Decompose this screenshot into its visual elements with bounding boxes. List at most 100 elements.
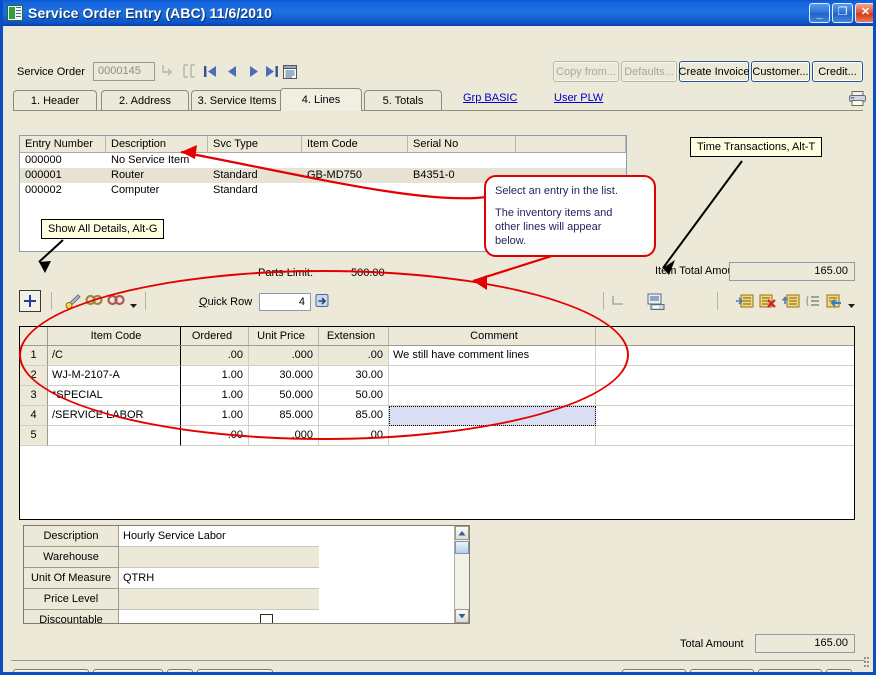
cell-extension[interactable]: .00 — [319, 346, 389, 366]
tab-header[interactable]: 1. Header — [13, 90, 97, 110]
lines-grid[interactable]: Item Code Ordered Unit Price Extension C… — [19, 326, 855, 520]
close-button[interactable]: ✕ — [855, 3, 873, 23]
scroll-down-icon[interactable] — [455, 609, 469, 623]
cell-comment[interactable] — [389, 426, 596, 446]
new-record-icon[interactable] — [181, 62, 198, 80]
memo-button[interactable] — [282, 62, 298, 80]
cancel-button[interactable]: Cancel — [690, 669, 754, 672]
tab-address[interactable]: 2. Address — [101, 90, 189, 110]
table-row[interactable]: 3 *SPECIAL 1.00 50.000 50.00 — [20, 386, 854, 406]
print-button[interactable] — [826, 669, 852, 672]
close-icon: ✕ — [860, 6, 871, 18]
cell-extension[interactable]: 85.00 — [319, 406, 389, 426]
detail-scrollbar[interactable] — [454, 526, 469, 623]
line-detail-panel[interactable]: Description Hourly Service Labor Warehou… — [23, 525, 470, 624]
cell-ordered[interactable]: 1.00 — [181, 406, 249, 426]
cell-extension[interactable]: 30.00 — [319, 366, 389, 386]
line-options-icon[interactable] — [825, 293, 844, 313]
table-row[interactable]: 2 WJ-M-2107-A 1.00 30.000 30.00 — [20, 366, 854, 386]
tab-totals[interactable]: 5. Totals — [364, 90, 442, 110]
cell-item-code[interactable]: /C — [48, 346, 181, 366]
cell-extension[interactable]: .00 — [319, 426, 389, 446]
defaults-button[interactable]: Defaults... — [621, 61, 677, 82]
maximize-button[interactable]: ❐ — [832, 3, 853, 23]
next-record-button[interactable] — [246, 63, 262, 80]
cell-comment[interactable] — [389, 366, 596, 386]
service-item-row[interactable]: 000000 No Service Item — [20, 153, 626, 168]
total-amount-value: 165.00 — [755, 634, 855, 653]
create-invoice-button[interactable]: Create Invoice — [679, 61, 749, 82]
table-row[interactable]: 5 .00 .000 .00 — [20, 426, 854, 446]
cell-comment-selected[interactable] — [389, 406, 596, 426]
print-pick-button[interactable]: Print Pick... — [93, 669, 163, 672]
lookup-icon[interactable] — [160, 62, 177, 80]
customer-button[interactable]: Customer... — [751, 61, 810, 82]
cell-comment[interactable]: We still have comment lines — [389, 346, 596, 366]
help-button[interactable]: ? — [854, 669, 873, 672]
resize-grip[interactable] — [864, 657, 869, 669]
recalc-price-button[interactable]: Recalc Price — [197, 669, 273, 672]
quick-row-goto-icon[interactable] — [315, 293, 330, 312]
find-icon[interactable] — [85, 293, 103, 313]
cell-comment[interactable] — [389, 386, 596, 406]
cell-ordered[interactable]: .00 — [181, 346, 249, 366]
detail-value-price-level[interactable] — [119, 589, 319, 610]
detail-value-description[interactable]: Hourly Service Labor — [119, 526, 319, 547]
cell-svc-type: Standard — [213, 184, 258, 196]
cell-item-code[interactable]: WJ-M-2107-A — [48, 366, 181, 386]
cell-item-code[interactable] — [48, 426, 181, 446]
windows-logo-button[interactable] — [167, 669, 193, 672]
cell-item-code[interactable]: *SPECIAL — [48, 386, 181, 406]
cell-unit-price[interactable]: 30.000 — [249, 366, 319, 386]
cell-unit-price[interactable]: .000 — [249, 346, 319, 366]
accept-button[interactable]: Accept — [622, 669, 686, 672]
table-row[interactable]: 1 /C .00 .000 .00 We still have comment … — [20, 346, 854, 366]
last-record-button[interactable] — [264, 63, 280, 80]
service-order-input[interactable]: 0000145 — [93, 62, 155, 81]
chevron-down-icon[interactable] — [129, 300, 138, 312]
scrollbar-thumb[interactable] — [455, 541, 469, 554]
list-lines-icon[interactable] — [805, 293, 821, 313]
group-link[interactable]: Grp BASIC — [463, 92, 517, 104]
cell-extension[interactable]: 50.00 — [319, 386, 389, 406]
cell-unit-price[interactable]: 50.000 — [249, 386, 319, 406]
copy-from-button[interactable]: Copy from... — [553, 61, 619, 82]
show-all-details-button[interactable] — [19, 290, 41, 312]
cell-ordered[interactable]: .00 — [181, 426, 249, 446]
detail-row: Price Level — [24, 589, 469, 610]
detail-value-warehouse[interactable] — [119, 547, 319, 568]
cell-entry: 000002 — [25, 184, 62, 196]
discountable-checkbox[interactable] — [259, 613, 273, 623]
first-record-button[interactable] — [202, 63, 218, 80]
detail-value-unit-of-measure[interactable]: QTRH — [119, 568, 319, 589]
quick-row-input[interactable]: 4 — [259, 293, 311, 311]
printer-icon[interactable] — [848, 90, 867, 110]
find-next-icon[interactable] — [107, 293, 125, 313]
cell-item-code[interactable]: /SERVICE LABOR — [48, 406, 181, 426]
insert-line-icon[interactable] — [736, 293, 754, 313]
cell-ordered[interactable]: 1.00 — [181, 366, 249, 386]
tab-service-items[interactable]: 3. Service Items — [191, 90, 283, 110]
cell-unit-price[interactable]: 85.000 — [249, 406, 319, 426]
scroll-up-icon[interactable] — [455, 526, 469, 540]
wrap-icon[interactable] — [611, 294, 627, 313]
minimize-button[interactable]: _ — [809, 3, 830, 23]
tab-lines[interactable]: 4. Lines — [280, 88, 362, 111]
detail-value-discountable[interactable] — [119, 610, 319, 623]
delete-line-icon[interactable] — [759, 293, 777, 313]
cell-tail — [596, 406, 854, 426]
table-row-selected[interactable]: 4 /SERVICE LABOR 1.00 85.000 85.00 — [20, 406, 854, 426]
chevron-down-icon-2[interactable] — [847, 300, 856, 312]
time-transactions-icon[interactable] — [647, 292, 666, 314]
quick-print-button[interactable]: Quick Print... — [13, 669, 89, 672]
previous-record-button[interactable] — [224, 63, 240, 80]
flashlight-icon[interactable] — [65, 293, 82, 313]
delete-button[interactable]: Delete — [758, 669, 822, 672]
user-link[interactable]: User PLW — [554, 92, 603, 104]
cell-unit-price[interactable]: .000 — [249, 426, 319, 446]
move-line-up-icon[interactable] — [781, 293, 800, 313]
cell-ordered[interactable]: 1.00 — [181, 386, 249, 406]
credit-button[interactable]: Credit... — [812, 61, 863, 82]
defaults-label: Defaults... — [624, 65, 674, 78]
cell-item-code — [302, 183, 408, 198]
